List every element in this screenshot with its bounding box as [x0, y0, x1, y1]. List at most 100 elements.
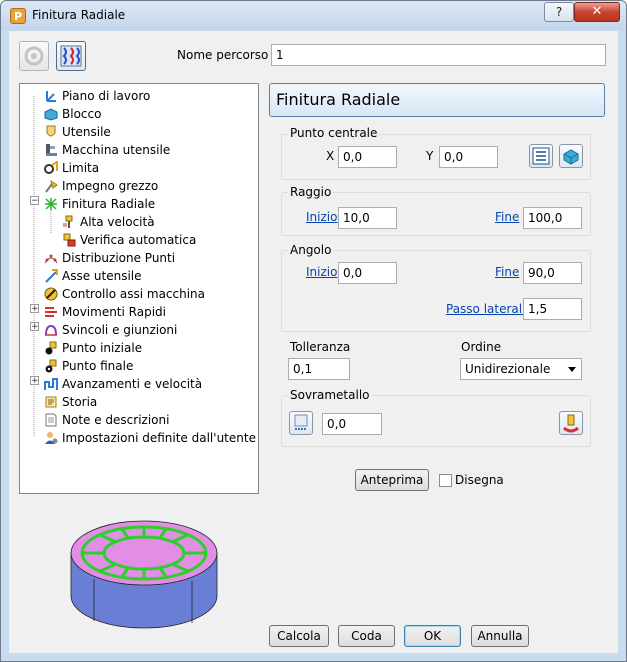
punto-centrale-label: Punto centrale [288, 126, 380, 140]
expand-svincoli[interactable]: + [30, 322, 39, 332]
tree-label: Movimenti Rapidi [62, 305, 166, 319]
nome-percorso-label: Nome percorso [177, 48, 269, 62]
raggio-inizio-input[interactable]: 10,0 [338, 207, 397, 229]
tree-label: Distribuzione Punti [62, 251, 176, 265]
tree-label: Impegno grezzo [62, 179, 159, 193]
tree-label: Finitura Radiale [62, 197, 156, 211]
angolo-inizio-input[interactable]: 0,0 [338, 262, 397, 284]
dialog-client: Nome percorso 1 − + + + Piano di lavoro … [9, 31, 618, 653]
tree-item-storia[interactable]: Storia [44, 393, 97, 411]
high-speed-icon [62, 215, 76, 229]
window-title: Finitura Radiale [32, 8, 126, 22]
end-point-icon [44, 359, 58, 373]
rapid-moves-icon [44, 305, 58, 319]
calcola-button[interactable]: Calcola [269, 625, 329, 647]
tree-item-verifica-automatica[interactable]: Verifica automatica [62, 231, 196, 249]
raggio-fine-input[interactable]: 100,0 [523, 207, 582, 229]
tree-label: Punto finale [62, 359, 134, 373]
ok-button[interactable]: OK [404, 625, 461, 647]
stock-engagement-icon [44, 179, 58, 193]
collapse-finitura-radiale[interactable]: − [30, 196, 39, 206]
tree-item-utensile[interactable]: Utensile [44, 123, 111, 141]
tree-item-note-e-descrizioni[interactable]: Note e descrizioni [44, 411, 169, 429]
radial-finishing-icon [44, 197, 58, 211]
tree-label: Verifica automatica [80, 233, 197, 247]
ordine-value: Unidirezionale [465, 362, 551, 376]
tree-item-finitura-radiale[interactable]: Finitura Radiale [44, 195, 155, 213]
tolleranza-input[interactable]: 0,1 [288, 358, 350, 380]
expand-avanzamenti[interactable]: + [30, 376, 39, 386]
tree-label: Impostazioni definite dall'utente [62, 431, 256, 445]
angolo-fine-input[interactable]: 90,0 [523, 262, 582, 284]
expand-movimenti-rapidi[interactable]: + [30, 304, 39, 314]
axis-control-icon [44, 287, 58, 301]
angolo-label: Angolo [288, 243, 334, 257]
machine-tool-icon [44, 143, 58, 157]
point-distribution-icon [44, 251, 58, 265]
tree-label: Alta velocità [80, 215, 155, 229]
centro-x-input[interactable]: 0,0 [338, 146, 397, 168]
tree-item-punto-finale[interactable]: Punto finale [44, 357, 133, 375]
raggio-label: Raggio [288, 185, 334, 199]
tree-item-piano-di-lavoro[interactable]: Piano di lavoro [44, 87, 150, 105]
start-point-icon [44, 341, 58, 355]
leads-links-icon [44, 323, 58, 337]
tree-item-impostazioni-utente[interactable]: Impostazioni definite dall'utente [44, 429, 256, 447]
chevron-down-icon [568, 367, 576, 372]
user-settings-icon [44, 431, 58, 445]
tree-item-avanzamenti-e-velocita[interactable]: Avanzamenti e velocità [44, 375, 202, 393]
passo-laterale-link[interactable]: Passo laterale [446, 302, 530, 316]
tree-item-movimenti-rapidi[interactable]: Movimenti Rapidi [44, 303, 166, 321]
tree-item-alta-velocita[interactable]: Alta velocità [62, 213, 155, 231]
raggio-fine-link[interactable]: Fine [495, 210, 519, 224]
history-icon [44, 395, 58, 409]
tree-item-distribuzione-punti[interactable]: Distribuzione Punti [44, 249, 175, 267]
tree-item-controllo-assi-macchina[interactable]: Controllo assi macchina [44, 285, 205, 303]
annulla-button[interactable]: Annulla [471, 625, 529, 647]
tree-item-limita[interactable]: Limita [44, 159, 99, 177]
coda-button[interactable]: Coda [338, 625, 395, 647]
tree-label: Utensile [62, 125, 111, 139]
app-icon: P [10, 8, 26, 24]
disabled-gear-icon [19, 41, 49, 71]
tree-label: Avanzamenti e velocità [62, 377, 203, 391]
tree-label: Macchina utensile [62, 143, 171, 157]
feeds-speeds-icon [44, 377, 58, 391]
tree-label: Controllo assi macchina [62, 287, 206, 301]
angolo-fine-link[interactable]: Fine [495, 265, 519, 279]
sovrametallo-component-icon[interactable] [289, 411, 313, 435]
sovrametallo-tool-icon[interactable] [559, 411, 583, 435]
strategy-tree: − + + + Piano di lavoro Blocco Utensile … [19, 83, 259, 494]
tree-label: Blocco [62, 107, 102, 121]
close-button[interactable]: ✕ [574, 2, 620, 22]
coordinate-list-icon[interactable] [529, 144, 553, 168]
workplane-icon [44, 89, 58, 103]
tree-label: Piano di lavoro [62, 89, 151, 103]
tree-label: Note e descrizioni [62, 413, 170, 427]
anteprima-button[interactable]: Anteprima [355, 469, 429, 491]
tolleranza-label: Tolleranza [290, 340, 351, 354]
ordine-select[interactable]: Unidirezionale [460, 358, 582, 380]
tree-item-macchina-utensile[interactable]: Macchina utensile [44, 141, 170, 159]
tree-item-impegno-grezzo[interactable]: Impegno grezzo [44, 177, 158, 195]
title-bar[interactable]: P Finitura Radiale ? ✕ [1, 1, 626, 30]
disegna-checkbox[interactable] [439, 474, 452, 487]
centro-y-input[interactable]: 0,0 [439, 146, 498, 168]
block-centre-icon[interactable] [559, 144, 583, 168]
nome-percorso-input[interactable]: 1 [271, 44, 606, 66]
block-icon [44, 107, 58, 121]
help-button[interactable]: ? [544, 2, 574, 22]
tree-item-asse-utensile[interactable]: Asse utensile [44, 267, 142, 285]
angolo-inizio-link[interactable]: Inizio [306, 265, 337, 279]
sovrametallo-input[interactable]: 0,0 [322, 413, 382, 435]
tool-axis-icon [44, 269, 58, 283]
tree-item-svincoli-e-giunzioni[interactable]: Svincoli e giunzioni [44, 321, 177, 339]
raggio-inizio-link[interactable]: Inizio [306, 210, 337, 224]
tree-label: Svincoli e giunzioni [62, 323, 178, 337]
tree-item-blocco[interactable]: Blocco [44, 105, 101, 123]
tree-item-punto-iniziale[interactable]: Punto iniziale [44, 339, 142, 357]
limit-icon [44, 160, 58, 175]
passo-laterale-input[interactable]: 1,5 [523, 298, 582, 320]
strategy-pattern-icon[interactable] [56, 41, 86, 71]
tree-label: Punto iniziale [62, 341, 143, 355]
